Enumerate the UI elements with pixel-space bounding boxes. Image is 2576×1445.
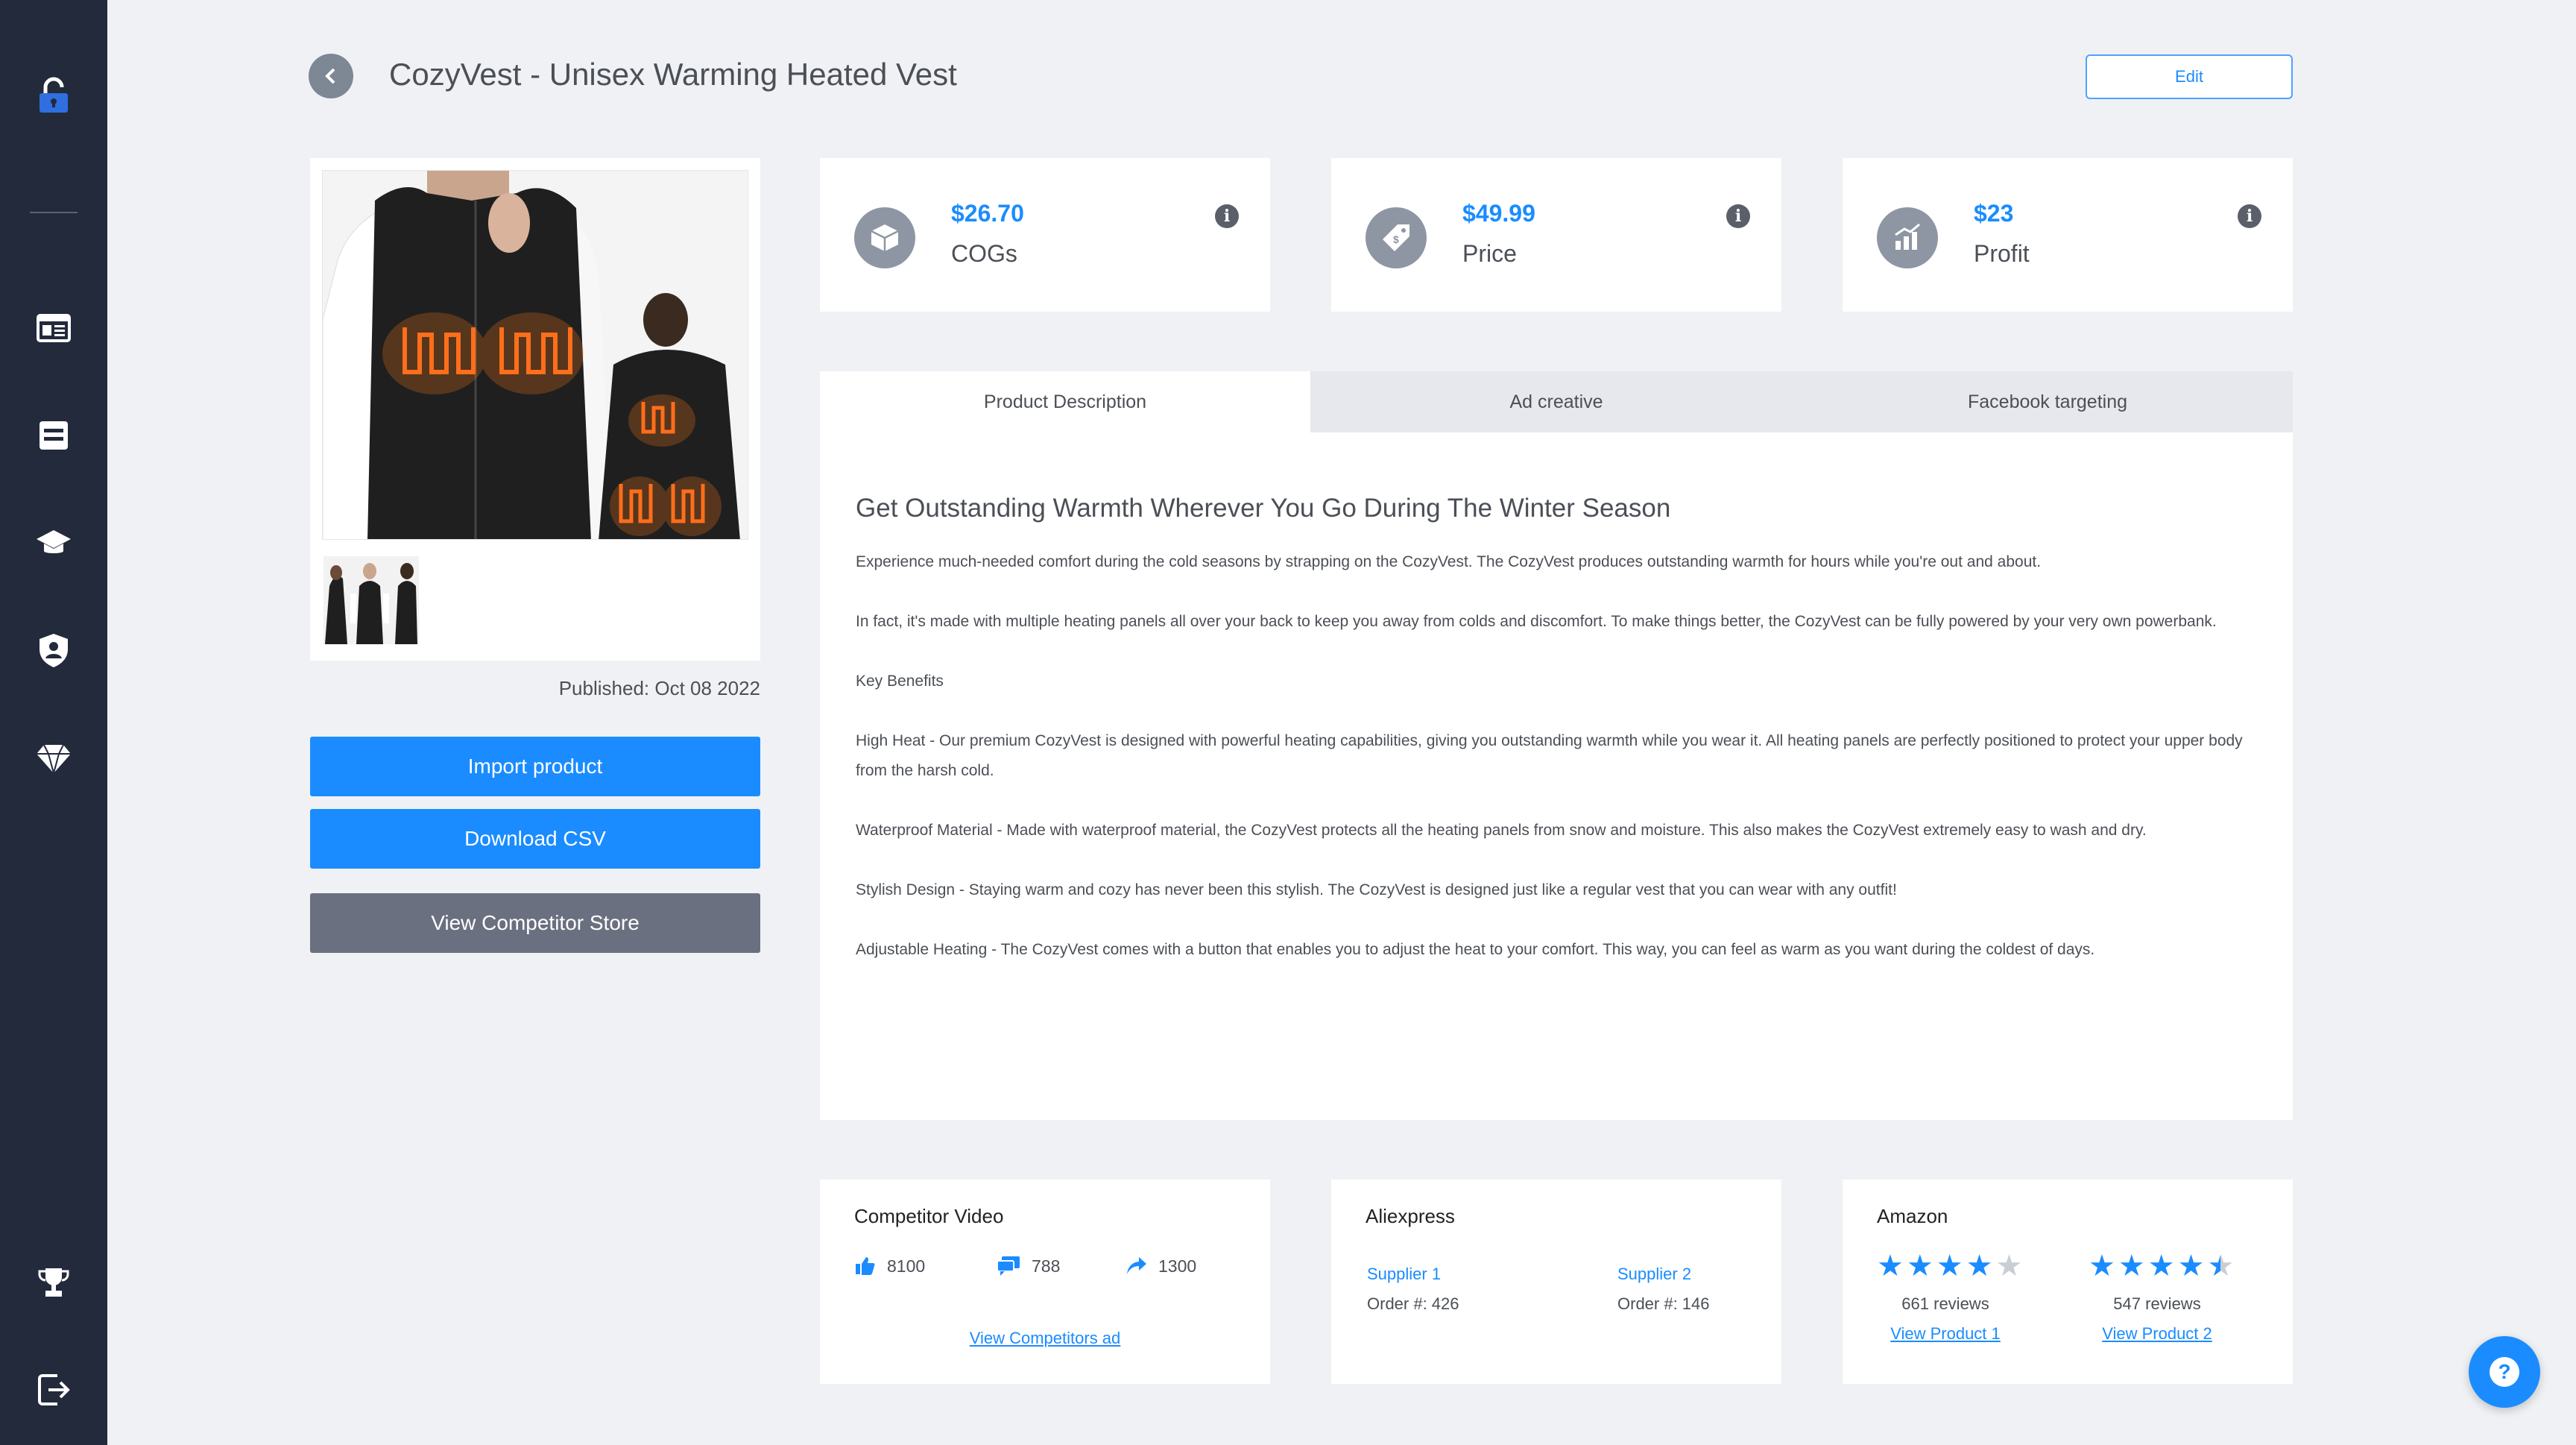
info-icon[interactable]: i	[1215, 204, 1239, 228]
price-tag-icon: $	[1366, 207, 1427, 268]
star-icon: ★	[1906, 1250, 1933, 1282]
profit-label: Profit	[1974, 240, 2030, 267]
description-paragraph: In fact, it's made with multiple heating…	[856, 613, 2217, 630]
star-icon: ★	[2118, 1250, 2145, 1282]
likes-count: 8100	[887, 1256, 926, 1276]
trophy-icon[interactable]	[33, 1262, 75, 1303]
star-half-icon: ★	[2207, 1250, 2235, 1282]
product-2-reviews: 547 reviews	[2113, 1294, 2201, 1313]
sign-out-icon[interactable]	[33, 1369, 75, 1411]
chevron-left-icon	[325, 68, 335, 84]
card-title: Competitor Video	[854, 1205, 1004, 1227]
list-icon[interactable]	[33, 415, 75, 456]
user-shield-icon[interactable]	[33, 629, 75, 671]
tabs-panel: Product Description Ad creative Facebook…	[820, 371, 2293, 1120]
tab-facebook-targeting[interactable]: Facebook targeting	[1802, 371, 2293, 432]
supplier-1-link[interactable]: Supplier 1	[1367, 1265, 1441, 1284]
graduation-cap-icon[interactable]	[33, 522, 75, 564]
description-paragraph: Adjustable Heating - The CozyVest comes …	[856, 941, 2095, 958]
stat-card-cogs: $26.70 COGs i	[820, 158, 1270, 312]
stat-card-profit: $23 Profit i	[1843, 158, 2293, 312]
shares-metric: 1300	[1126, 1251, 1196, 1281]
stat-card-price: $ $49.99 Price i	[1331, 158, 1781, 312]
download-csv-button[interactable]: Download CSV	[310, 809, 760, 869]
supplier-2-link[interactable]: Supplier 2	[1617, 1265, 1691, 1284]
description-paragraph: Key Benefits	[856, 673, 944, 690]
tab-product-description[interactable]: Product Description	[820, 371, 1310, 432]
share-icon	[1127, 1257, 1146, 1274]
card-title: Aliexpress	[1366, 1205, 1455, 1227]
amazon-card: Amazon ★ ★ ★ ★ ★ 661 reviews View Produc…	[1843, 1180, 2293, 1384]
back-button[interactable]	[309, 54, 353, 98]
profit-value: $23	[1974, 200, 2014, 227]
question-icon: ?	[2490, 1357, 2519, 1387]
diamond-icon[interactable]	[33, 737, 75, 778]
description-body: Experience much-needed comfort during th…	[856, 547, 2257, 995]
product-main-image[interactable]	[322, 170, 748, 540]
card-title: Amazon	[1877, 1205, 1948, 1227]
description-paragraph: High Heat - Our premium CozyVest is desi…	[856, 732, 2243, 779]
page-title: CozyVest - Unisex Warming Heated Vest	[389, 57, 957, 92]
view-competitors-ad-link[interactable]: View Competitors ad	[820, 1329, 1270, 1348]
view-product-2-link[interactable]: View Product 2	[2083, 1324, 2232, 1344]
aliexpress-card: Aliexpress Supplier 1 Order #: 426 Suppl…	[1331, 1180, 1781, 1384]
view-product-1-link[interactable]: View Product 1	[1871, 1324, 2020, 1344]
thumbs-up-icon	[856, 1257, 875, 1275]
star-empty-icon: ★	[1995, 1250, 2023, 1282]
shares-count: 1300	[1158, 1256, 1197, 1276]
info-icon[interactable]: i	[1726, 204, 1750, 228]
published-date: Published: Oct 08 2022	[558, 677, 760, 699]
comments-count: 788	[1032, 1256, 1061, 1276]
tab-bar: Product Description Ad creative Facebook…	[820, 371, 2293, 432]
supplier-2-orders: Order #: 146	[1617, 1294, 1710, 1313]
supplier-1-orders: Order #: 426	[1367, 1294, 1459, 1313]
description-title: Get Outstanding Warmth Wherever You Go D…	[856, 494, 1671, 523]
product-image-card	[310, 158, 760, 661]
comment-icon	[997, 1256, 1020, 1276]
likes-metric: 8100	[854, 1251, 925, 1281]
product-thumbnail[interactable]	[323, 556, 419, 644]
product-2-rating: ★ ★ ★ ★ ★	[2089, 1251, 2234, 1281]
description-paragraph: Stylish Design - Staying warm and cozy h…	[856, 881, 1897, 898]
price-value: $49.99	[1462, 200, 1535, 227]
comments-metric: 788	[996, 1251, 1060, 1281]
cogs-value: $26.70	[951, 200, 1024, 227]
competitor-video-card: Competitor Video 8100 788 1300 View Comp…	[820, 1180, 1270, 1384]
product-1-rating: ★ ★ ★ ★ ★	[1877, 1251, 2022, 1281]
lock-open-icon[interactable]	[33, 75, 75, 116]
import-product-button[interactable]: Import product	[310, 737, 760, 796]
view-competitor-store-button[interactable]: View Competitor Store	[310, 893, 760, 953]
description-paragraph: Experience much-needed comfort during th…	[856, 553, 2042, 570]
star-icon: ★	[2177, 1250, 2205, 1282]
sidebar	[0, 0, 107, 1445]
tab-ad-creative[interactable]: Ad creative	[1311, 371, 1802, 432]
sidebar-divider	[30, 212, 78, 213]
info-icon[interactable]: i	[2238, 204, 2261, 228]
description-paragraph: Waterproof Material - Made with waterpro…	[856, 822, 2147, 839]
price-label: Price	[1462, 240, 1517, 267]
star-icon: ★	[1936, 1250, 1963, 1282]
star-icon: ★	[2147, 1250, 2175, 1282]
help-button[interactable]: ?	[2469, 1336, 2540, 1408]
star-icon: ★	[1877, 1250, 1904, 1282]
dashboard-icon[interactable]	[33, 307, 75, 349]
cogs-label: COGs	[951, 240, 1017, 267]
product-1-reviews: 661 reviews	[1901, 1294, 1989, 1313]
svg-text:?: ?	[2498, 1360, 2510, 1383]
svg-text:$: $	[1393, 233, 1399, 245]
star-icon: ★	[1966, 1250, 1993, 1282]
chart-icon	[1877, 207, 1938, 268]
box-icon	[854, 207, 915, 268]
edit-button[interactable]: Edit	[2086, 54, 2293, 99]
star-icon: ★	[2089, 1250, 2115, 1282]
